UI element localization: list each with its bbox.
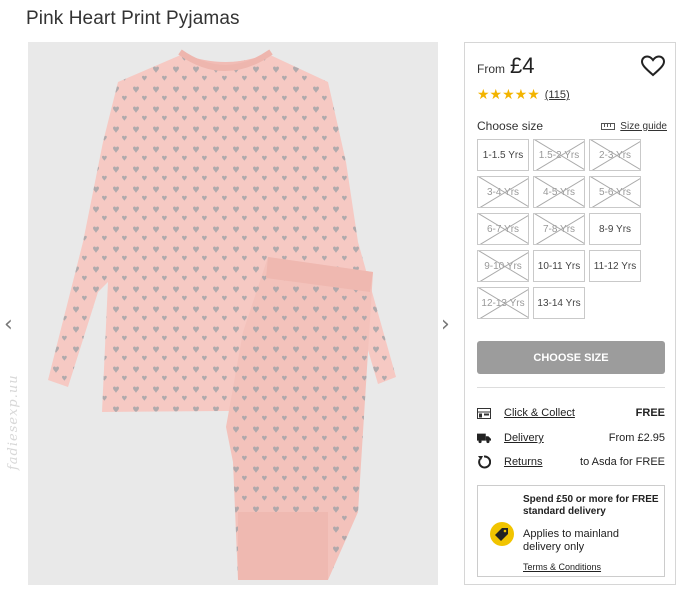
- terms-conditions-link[interactable]: Terms & Conditions: [523, 562, 601, 572]
- delivery-promo-box: Spend £50 or more for FREE standard deli…: [477, 485, 665, 577]
- previous-image-arrow-icon[interactable]: ‹: [4, 314, 13, 336]
- size-option[interactable]: 1-1.5 Yrs: [477, 139, 529, 171]
- size-option[interactable]: 2-3 Yrs: [589, 139, 641, 171]
- size-option[interactable]: 6-7 Yrs: [477, 213, 529, 245]
- size-option[interactable]: 4-5 Yrs: [533, 176, 585, 208]
- price-tag-icon: [490, 522, 514, 546]
- price-from-label: From: [477, 62, 505, 76]
- size-option[interactable]: 13-14 Yrs: [533, 287, 585, 319]
- reviews-link[interactable]: (115): [545, 89, 570, 101]
- star-rating-icon: ★★★★★: [477, 87, 540, 103]
- size-option[interactable]: 12-13 Yrs: [477, 287, 529, 319]
- click-collect-value: FREE: [635, 407, 665, 419]
- size-option[interactable]: 7-8 Yrs: [533, 213, 585, 245]
- choose-size-button[interactable]: CHOOSE SIZE: [477, 341, 665, 374]
- click-collect-link[interactable]: Click & Collect: [504, 407, 575, 419]
- size-option[interactable]: 1.5-2 Yrs: [533, 139, 585, 171]
- price-value: £4: [510, 53, 535, 78]
- product-image: [28, 42, 438, 585]
- next-image-arrow-icon[interactable]: ›: [441, 314, 450, 336]
- size-header: Choose size Size guide: [477, 119, 667, 133]
- truck-icon: [477, 431, 491, 445]
- promo-headline: Spend £50 or more for FREE standard deli…: [523, 494, 659, 517]
- promo-body: Applies to mainland delivery only: [523, 528, 620, 553]
- choose-size-label: Choose size: [477, 119, 544, 133]
- wishlist-heart-icon[interactable]: [640, 55, 666, 77]
- size-option[interactable]: 11-12 Yrs: [589, 250, 641, 282]
- delivery-value: From £2.95: [608, 432, 665, 444]
- ruler-icon: [601, 122, 616, 130]
- size-guide-link[interactable]: Size guide: [601, 121, 667, 132]
- delivery-row-delivery: Delivery From £2.95: [477, 430, 665, 446]
- returns-link[interactable]: Returns: [504, 456, 543, 468]
- size-option[interactable]: 5-6 Yrs: [589, 176, 641, 208]
- rating: ★★★★★ (115): [477, 87, 570, 103]
- size-grid: 1-1.5 Yrs 1.5-2 Yrs 2-3 Yrs 3-4 Yrs 4-5 …: [477, 139, 647, 319]
- returns-icon: [477, 455, 491, 469]
- watermark: fadiesexp.uu: [6, 374, 21, 470]
- purchase-panel: From £4 ★★★★★ (115) Choose size Size gui…: [464, 42, 676, 585]
- size-guide-label: Size guide: [620, 120, 667, 132]
- size-option[interactable]: 8-9 Yrs: [589, 213, 641, 245]
- size-option[interactable]: 9-10 Yrs: [477, 250, 529, 282]
- product-title: Pink Heart Print Pyjamas: [26, 8, 240, 29]
- returns-value: to Asda for FREE: [580, 456, 665, 468]
- delivery-link[interactable]: Delivery: [504, 432, 544, 444]
- divider: [477, 387, 665, 388]
- store-icon: [477, 406, 491, 420]
- delivery-row-returns: Returns to Asda for FREE: [477, 454, 665, 470]
- size-option[interactable]: 3-4 Yrs: [477, 176, 529, 208]
- price-row: From £4: [477, 53, 534, 79]
- size-option[interactable]: 10-11 Yrs: [533, 250, 585, 282]
- delivery-row-click-collect: Click & Collect FREE: [477, 405, 665, 421]
